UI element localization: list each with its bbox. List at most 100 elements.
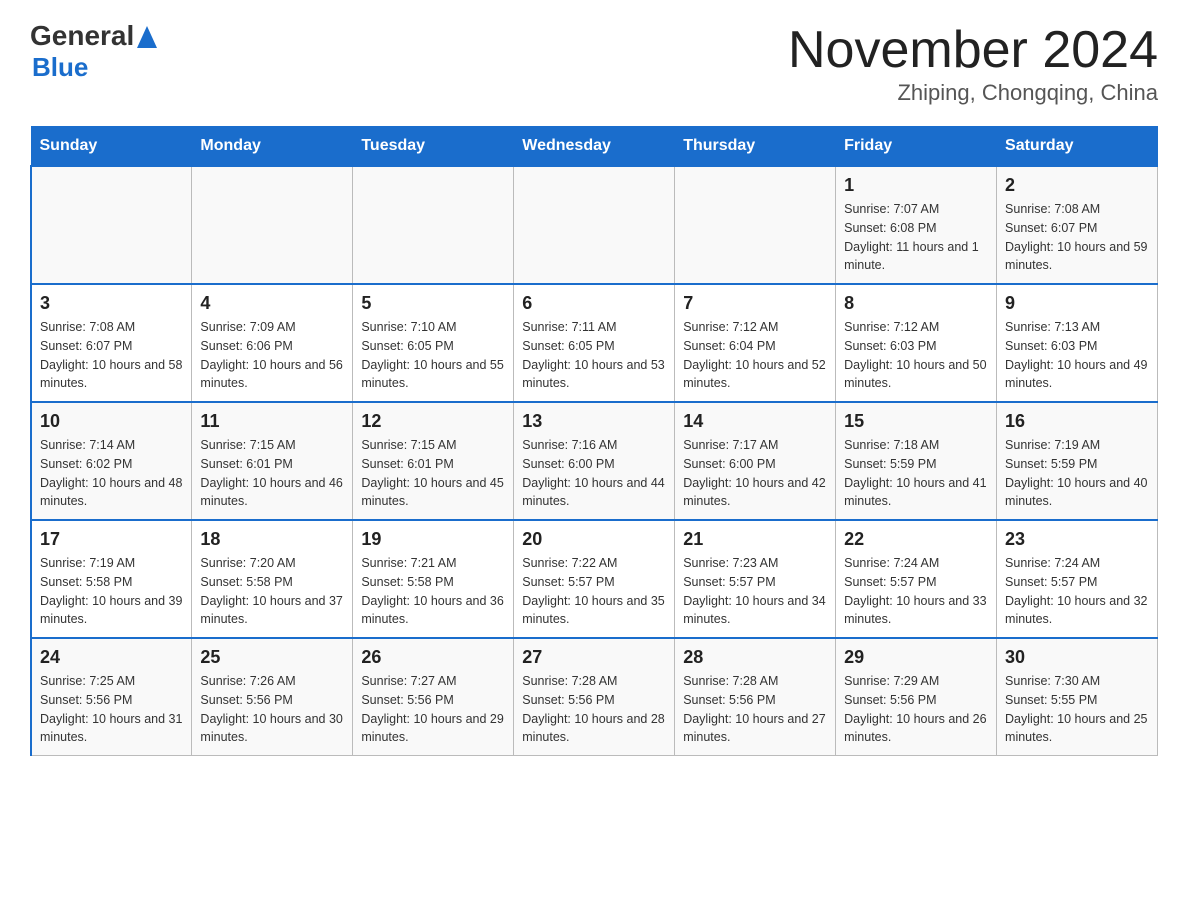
calendar-week-row: 1 Sunrise: 7:07 AMSunset: 6:08 PMDaylight…	[31, 166, 1158, 284]
calendar-cell: 19Sunrise: 7:21 AMSunset: 5:58 PMDayligh…	[353, 520, 514, 638]
day-info: Sunrise: 7:17 AMSunset: 6:00 PMDaylight:…	[683, 436, 827, 511]
calendar-cell: 13Sunrise: 7:16 AMSunset: 6:00 PMDayligh…	[514, 402, 675, 520]
day-info: Sunrise: 7:08 AMSunset: 6:07 PMDaylight:…	[1005, 200, 1149, 275]
calendar-week-row: 24 Sunrise: 7:25 AMSunset: 5:56 PMDayligh…	[31, 638, 1158, 756]
day-info: Sunrise: 7:28 AMSunset: 5:56 PMDaylight:…	[522, 672, 666, 747]
calendar-cell: 15Sunrise: 7:18 AMSunset: 5:59 PMDayligh…	[836, 402, 997, 520]
day-info: Sunrise: 7:30 AMSunset: 5:55 PMDaylight:…	[1005, 672, 1149, 747]
calendar-cell: 9Sunrise: 7:13 AMSunset: 6:03 PMDaylight…	[997, 284, 1158, 402]
calendar-table: SundayMondayTuesdayWednesdayThursdayFrid…	[30, 126, 1158, 756]
day-number: 6	[522, 293, 666, 314]
calendar-cell: 27 Sunrise: 7:28 AMSunset: 5:56 PMDayligh…	[514, 638, 675, 756]
day-number: 7	[683, 293, 827, 314]
day-info: Sunrise: 7:15 AMSunset: 6:01 PMDaylight:…	[200, 436, 344, 511]
day-number: 12	[361, 411, 505, 432]
calendar-cell: 26 Sunrise: 7:27 AMSunset: 5:56 PMDayligh…	[353, 638, 514, 756]
calendar-cell: 14 Sunrise: 7:17 AMSunset: 6:00 PMDayligh…	[675, 402, 836, 520]
day-info: Sunrise: 7:09 AMSunset: 6:06 PMDaylight:…	[200, 318, 344, 393]
day-info: Sunrise: 7:11 AMSunset: 6:05 PMDaylight:…	[522, 318, 666, 393]
day-number: 4	[200, 293, 344, 314]
calendar-cell: 18Sunrise: 7:20 AMSunset: 5:58 PMDayligh…	[192, 520, 353, 638]
logo: General Blue	[30, 20, 157, 83]
day-number: 11	[200, 411, 344, 432]
day-info: Sunrise: 7:22 AMSunset: 5:57 PMDaylight:…	[522, 554, 666, 629]
day-number: 26	[361, 647, 505, 668]
day-info: Sunrise: 7:28 AMSunset: 5:56 PMDaylight:…	[683, 672, 827, 747]
day-info: Sunrise: 7:07 AMSunset: 6:08 PMDaylight:…	[844, 200, 988, 275]
day-info: Sunrise: 7:26 AMSunset: 5:56 PMDaylight:…	[200, 672, 344, 747]
day-number: 27	[522, 647, 666, 668]
calendar-cell: 4 Sunrise: 7:09 AMSunset: 6:06 PMDaylight…	[192, 284, 353, 402]
calendar-cell	[514, 166, 675, 284]
calendar-cell: 12 Sunrise: 7:15 AMSunset: 6:01 PMDayligh…	[353, 402, 514, 520]
day-info: Sunrise: 7:19 AMSunset: 5:59 PMDaylight:…	[1005, 436, 1149, 511]
calendar-cell	[675, 166, 836, 284]
calendar-cell: 2 Sunrise: 7:08 AMSunset: 6:07 PMDaylight…	[997, 166, 1158, 284]
calendar-cell	[31, 166, 192, 284]
calendar-cell	[192, 166, 353, 284]
day-number: 20	[522, 529, 666, 550]
day-number: 8	[844, 293, 988, 314]
day-info: Sunrise: 7:23 AMSunset: 5:57 PMDaylight:…	[683, 554, 827, 629]
weekday-header-thursday: Thursday	[675, 127, 836, 167]
weekday-header-wednesday: Wednesday	[514, 127, 675, 167]
weekday-header-monday: Monday	[192, 127, 353, 167]
day-number: 10	[40, 411, 183, 432]
day-number: 16	[1005, 411, 1149, 432]
calendar-cell: 23 Sunrise: 7:24 AMSunset: 5:57 PMDayligh…	[997, 520, 1158, 638]
day-number: 1	[844, 175, 988, 196]
day-number: 3	[40, 293, 183, 314]
calendar-cell: 21 Sunrise: 7:23 AMSunset: 5:57 PMDayligh…	[675, 520, 836, 638]
day-number: 2	[1005, 175, 1149, 196]
logo-triangle-icon	[137, 26, 157, 48]
calendar-cell: 1 Sunrise: 7:07 AMSunset: 6:08 PMDaylight…	[836, 166, 997, 284]
day-info: Sunrise: 7:14 AMSunset: 6:02 PMDaylight:…	[40, 436, 183, 511]
weekday-header-saturday: Saturday	[997, 127, 1158, 167]
location-title: Zhiping, Chongqing, China	[788, 80, 1158, 106]
day-number: 14	[683, 411, 827, 432]
calendar-cell: 3 Sunrise: 7:08 AMSunset: 6:07 PMDaylight…	[31, 284, 192, 402]
calendar-week-row: 10 Sunrise: 7:14 AMSunset: 6:02 PMDayligh…	[31, 402, 1158, 520]
calendar-cell: 29 Sunrise: 7:29 AMSunset: 5:56 PMDayligh…	[836, 638, 997, 756]
day-number: 23	[1005, 529, 1149, 550]
day-info: Sunrise: 7:25 AMSunset: 5:56 PMDaylight:…	[40, 672, 183, 747]
calendar-cell: 11 Sunrise: 7:15 AMSunset: 6:01 PMDayligh…	[192, 402, 353, 520]
day-number: 29	[844, 647, 988, 668]
calendar-cell: 17Sunrise: 7:19 AMSunset: 5:58 PMDayligh…	[31, 520, 192, 638]
day-number: 22	[844, 529, 988, 550]
calendar-cell: 7 Sunrise: 7:12 AMSunset: 6:04 PMDaylight…	[675, 284, 836, 402]
day-info: Sunrise: 7:24 AMSunset: 5:57 PMDaylight:…	[1005, 554, 1149, 629]
calendar-cell: 25Sunrise: 7:26 AMSunset: 5:56 PMDayligh…	[192, 638, 353, 756]
calendar-cell: 22 Sunrise: 7:24 AMSunset: 5:57 PMDayligh…	[836, 520, 997, 638]
calendar-cell: 30 Sunrise: 7:30 AMSunset: 5:55 PMDayligh…	[997, 638, 1158, 756]
day-info: Sunrise: 7:13 AMSunset: 6:03 PMDaylight:…	[1005, 318, 1149, 393]
day-info: Sunrise: 7:15 AMSunset: 6:01 PMDaylight:…	[361, 436, 505, 511]
day-number: 28	[683, 647, 827, 668]
day-info: Sunrise: 7:12 AMSunset: 6:04 PMDaylight:…	[683, 318, 827, 393]
day-number: 30	[1005, 647, 1149, 668]
day-info: Sunrise: 7:08 AMSunset: 6:07 PMDaylight:…	[40, 318, 183, 393]
calendar-cell: 28 Sunrise: 7:28 AMSunset: 5:56 PMDayligh…	[675, 638, 836, 756]
calendar-header-row: SundayMondayTuesdayWednesdayThursdayFrid…	[31, 127, 1158, 167]
page-header: General Blue November 2024 Zhiping, Chon…	[30, 20, 1158, 106]
day-number: 13	[522, 411, 666, 432]
day-number: 15	[844, 411, 988, 432]
calendar-cell: 5Sunrise: 7:10 AMSunset: 6:05 PMDaylight…	[353, 284, 514, 402]
calendar-cell	[353, 166, 514, 284]
calendar-cell: 24 Sunrise: 7:25 AMSunset: 5:56 PMDayligh…	[31, 638, 192, 756]
logo-text-blue: Blue	[32, 52, 88, 82]
day-number: 5	[361, 293, 505, 314]
calendar-week-row: 3 Sunrise: 7:08 AMSunset: 6:07 PMDaylight…	[31, 284, 1158, 402]
day-info: Sunrise: 7:19 AMSunset: 5:58 PMDaylight:…	[40, 554, 183, 629]
day-number: 18	[200, 529, 344, 550]
day-info: Sunrise: 7:12 AMSunset: 6:03 PMDaylight:…	[844, 318, 988, 393]
day-info: Sunrise: 7:21 AMSunset: 5:58 PMDaylight:…	[361, 554, 505, 629]
title-area: November 2024 Zhiping, Chongqing, China	[788, 20, 1158, 106]
day-info: Sunrise: 7:29 AMSunset: 5:56 PMDaylight:…	[844, 672, 988, 747]
calendar-cell: 16 Sunrise: 7:19 AMSunset: 5:59 PMDayligh…	[997, 402, 1158, 520]
day-number: 21	[683, 529, 827, 550]
day-number: 24	[40, 647, 183, 668]
day-info: Sunrise: 7:27 AMSunset: 5:56 PMDaylight:…	[361, 672, 505, 747]
day-info: Sunrise: 7:24 AMSunset: 5:57 PMDaylight:…	[844, 554, 988, 629]
month-title: November 2024	[788, 20, 1158, 80]
